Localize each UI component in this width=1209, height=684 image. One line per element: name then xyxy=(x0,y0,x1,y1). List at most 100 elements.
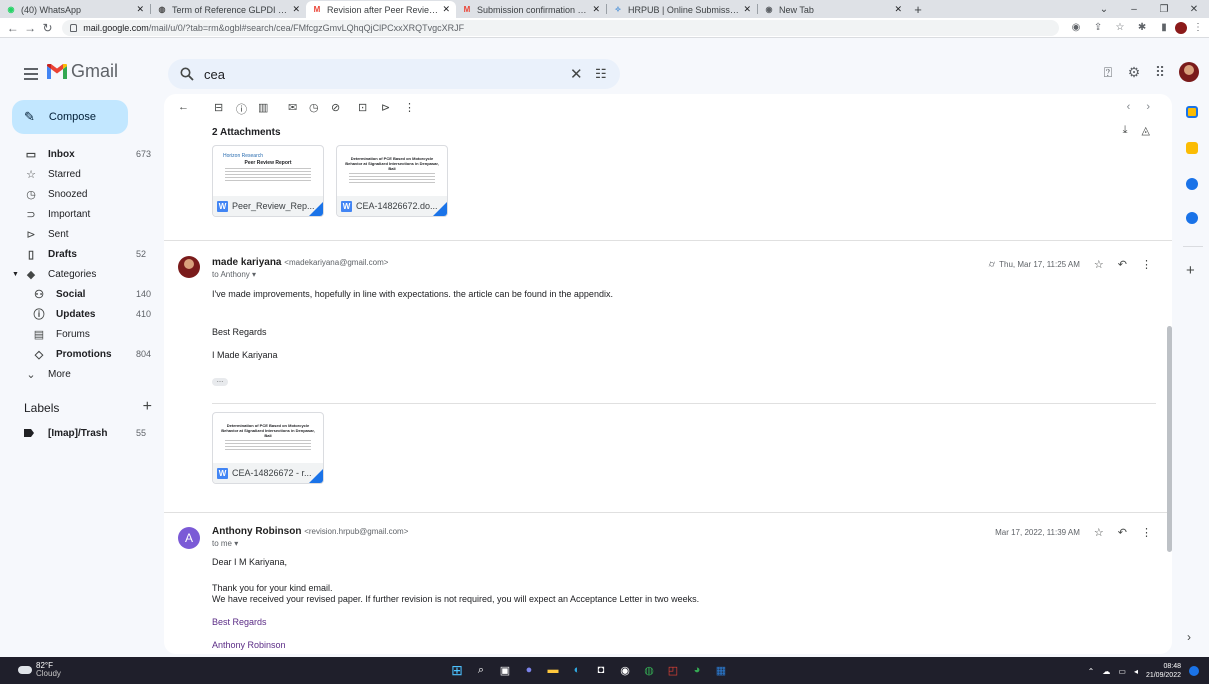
app-icon[interactable]: ◉ xyxy=(616,661,634,679)
clock[interactable]: 08:48 21/09/2022 xyxy=(1146,662,1181,680)
chevron-up-icon[interactable]: ⌃ xyxy=(1088,667,1095,676)
tasks-icon[interactable] xyxy=(1186,178,1198,190)
location-icon[interactable]: ◉ xyxy=(1065,22,1087,33)
back-to-list-icon[interactable]: ← xyxy=(178,101,189,113)
attachment-cea-revised[interactable]: Determination of PCE Based on Motorcycle… xyxy=(212,412,324,484)
calendar-icon[interactable] xyxy=(1186,106,1198,118)
store-icon[interactable]: ◘ xyxy=(592,661,610,679)
contacts-icon[interactable] xyxy=(1186,212,1198,224)
profile-avatar[interactable] xyxy=(1175,21,1188,34)
attachment-cea-doc[interactable]: Determination of PCE Based on Motorcycle… xyxy=(336,145,448,217)
sidebar-item-imap-trash[interactable]: [Imap]/Trash 55 xyxy=(24,425,154,441)
close-tab-icon[interactable]: ✕ xyxy=(894,4,902,15)
sidebar-item-inbox[interactable]: ▭ Inbox 673 xyxy=(0,144,160,164)
more-options-icon[interactable]: ⋮ xyxy=(404,101,415,114)
gmail-logo[interactable]: Gmail xyxy=(47,61,118,82)
weather-widget[interactable]: 82°F Cloudy xyxy=(18,662,61,678)
delete-icon[interactable]: ▥ xyxy=(258,101,268,114)
restore-icon[interactable]: ❐ xyxy=(1149,4,1179,15)
sidebar-toggle-icon[interactable]: ▮ xyxy=(1153,22,1175,33)
close-window-icon[interactable]: ✕ xyxy=(1179,4,1209,15)
browser-tab-term-of-reference[interactable]: ◍ Term of Reference GLPDI x Unive ✕ xyxy=(151,1,306,18)
sidebar-item-forums[interactable]: ▤ Forums xyxy=(0,324,160,344)
word-icon[interactable]: ▦ xyxy=(712,661,730,679)
forward-icon[interactable]: → xyxy=(21,21,38,35)
chevron-right-icon[interactable]: › xyxy=(1146,101,1150,113)
browser-tab-new-tab[interactable]: ◉ New Tab ✕ xyxy=(758,1,908,18)
reply-icon[interactable]: ↶ xyxy=(1118,526,1127,539)
close-tab-icon[interactable]: ✕ xyxy=(292,4,300,15)
browser-tab-submission[interactable]: M Submission confirmation - made ✕ xyxy=(456,1,606,18)
url-field[interactable]: mail.google.com/mail/u/0/?tab=rm&ogbl#se… xyxy=(62,19,1060,36)
add-task-icon[interactable]: ⊘ xyxy=(331,101,340,114)
move-to-icon[interactable]: ⊡ xyxy=(358,101,367,114)
windows-start-icon[interactable]: ⊞ xyxy=(448,661,466,679)
back-icon[interactable]: ← xyxy=(4,21,21,35)
extensions-puzzle-icon[interactable]: ✱ xyxy=(1131,22,1153,33)
notification-icon[interactable] xyxy=(1189,666,1199,676)
label-as-icon[interactable]: ⊳ xyxy=(381,101,390,114)
search-icon[interactable]: ⌕ xyxy=(472,661,490,679)
teams-icon[interactable]: ● xyxy=(520,661,538,679)
bookmark-star-icon[interactable]: ☆ xyxy=(1109,22,1131,33)
more-options-icon[interactable]: ⋮ xyxy=(1141,258,1152,271)
create-label-icon[interactable]: + xyxy=(143,399,152,415)
office-icon[interactable]: ◰ xyxy=(664,661,682,679)
search-options-icon[interactable]: ☷ xyxy=(595,66,607,82)
close-tab-icon[interactable]: ✕ xyxy=(592,4,600,15)
task-view-icon[interactable]: ▣ xyxy=(496,661,514,679)
sidebar-item-categories[interactable]: ▼ ◆ Categories xyxy=(0,264,160,284)
sidebar-item-more[interactable]: ⌄ More xyxy=(0,364,160,384)
more-options-icon[interactable]: ⋮ xyxy=(1141,526,1152,539)
browser-tab-whatsapp[interactable]: ◉ (40) WhatsApp ✕ xyxy=(0,1,150,18)
share-icon[interactable]: ⇪ xyxy=(1087,22,1109,33)
sidebar-item-snoozed[interactable]: ◷ Snoozed xyxy=(0,184,160,204)
speaker-icon[interactable]: ◂ xyxy=(1134,667,1138,676)
mark-unread-icon[interactable]: ✉ xyxy=(288,101,297,114)
search-icon[interactable] xyxy=(180,67,194,81)
edge-icon[interactable]: ◐ xyxy=(568,661,586,679)
get-addons-icon[interactable]: + xyxy=(1186,262,1195,279)
add-to-drive-icon[interactable]: ◬ xyxy=(1142,124,1150,137)
reload-icon[interactable]: ↻ xyxy=(39,21,56,35)
file-explorer-icon[interactable]: ▬ xyxy=(544,661,562,679)
close-tab-icon[interactable]: ✕ xyxy=(442,4,450,15)
sidebar-item-drafts[interactable]: ▯ Drafts 52 xyxy=(0,244,160,264)
sidebar-item-promotions[interactable]: ◇ Promotions 804 xyxy=(0,344,160,364)
minimize-icon[interactable]: – xyxy=(1119,4,1149,15)
recipient-details-toggle[interactable]: to me ▾ xyxy=(212,539,238,548)
sender-avatar[interactable]: A xyxy=(178,527,200,549)
star-icon[interactable]: ☆ xyxy=(1094,526,1104,539)
attachment-peer-review[interactable]: Horizon Research Peer Review Report W Pe… xyxy=(212,145,324,217)
support-icon[interactable]: ⍰ xyxy=(1095,64,1121,81)
star-icon[interactable]: ☆ xyxy=(1094,258,1104,271)
apps-grid-icon[interactable]: ⠿ xyxy=(1147,64,1173,81)
chrome-menu-icon[interactable]: ⋮ xyxy=(1187,22,1209,33)
reply-icon[interactable]: ↶ xyxy=(1118,258,1127,271)
account-avatar[interactable] xyxy=(1179,62,1199,82)
scrollbar-thumb[interactable] xyxy=(1167,326,1172,552)
tab-search-icon[interactable]: ⌄ xyxy=(1089,4,1119,15)
search-input[interactable] xyxy=(204,66,564,82)
report-spam-icon[interactable]: ⓘ xyxy=(236,101,247,117)
show-trimmed-content-button[interactable]: … xyxy=(212,377,228,386)
archive-icon[interactable]: ⊟ xyxy=(214,101,223,114)
sender-avatar[interactable] xyxy=(178,256,200,278)
snooze-icon[interactable]: ◷ xyxy=(309,101,319,114)
chrome-icon[interactable]: ◍ xyxy=(640,661,658,679)
sidebar-item-sent[interactable]: ⊳ Sent xyxy=(0,224,160,244)
cloud-icon[interactable]: ☁ xyxy=(1102,667,1110,676)
browser-tab-revision[interactable]: M Revision after Peer Review (ID:14 ✕ xyxy=(306,1,456,18)
monitor-icon[interactable]: ▭ xyxy=(1118,667,1126,676)
settings-gear-icon[interactable]: ⚙ xyxy=(1121,64,1147,81)
browser-tab-hrpub[interactable]: ✧ HRPUB | Online Submission - Ma ✕ xyxy=(607,1,757,18)
close-tab-icon[interactable]: ✕ xyxy=(743,4,751,15)
main-menu-icon[interactable] xyxy=(24,68,38,83)
sender-name[interactable]: made kariyana xyxy=(212,257,282,268)
close-tab-icon[interactable]: ✕ xyxy=(136,4,144,15)
download-all-icon[interactable]: ⤓ xyxy=(1123,124,1128,137)
sidebar-item-starred[interactable]: ☆ Starred xyxy=(0,164,160,184)
chrome-profile-icon[interactable]: ◕ xyxy=(688,661,706,679)
clear-search-icon[interactable]: ✕ xyxy=(570,65,583,83)
chevron-left-icon[interactable]: ‹ xyxy=(1127,101,1131,113)
